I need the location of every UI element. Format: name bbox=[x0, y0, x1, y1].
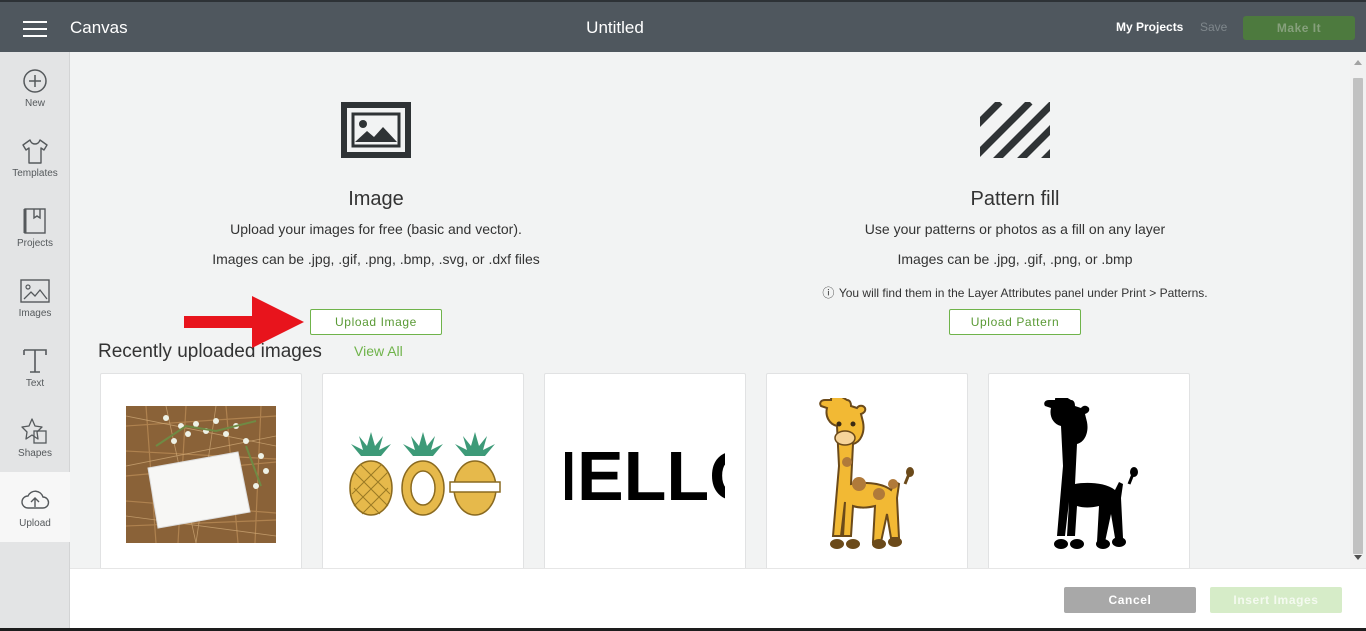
thumbnail-photo-card[interactable] bbox=[100, 373, 302, 568]
giraffe-color-thumbnail bbox=[819, 398, 914, 549]
cloud-upload-icon bbox=[21, 490, 50, 509]
image-section-title: Image bbox=[348, 188, 404, 210]
hello-thumbnail: HELLO bbox=[565, 437, 725, 514]
bookmark-icon bbox=[23, 208, 46, 234]
shapes-icon bbox=[21, 418, 47, 444]
stripes-icon bbox=[980, 102, 1050, 158]
hello-text: HELLO bbox=[565, 437, 725, 514]
sidebar-item-label: Projects bbox=[16, 238, 54, 249]
info-icon: ⓘ bbox=[822, 286, 835, 300]
thumbnail-giraffe-silhouette[interactable] bbox=[988, 373, 1190, 568]
scroll-down-icon[interactable] bbox=[1354, 555, 1362, 560]
pattern-section-title: Pattern fill bbox=[970, 188, 1060, 210]
sidebar-item-shapes[interactable]: Shapes bbox=[0, 402, 70, 472]
thumbnail-giraffe-color[interactable] bbox=[766, 373, 968, 568]
pattern-section-note: You will find them in the Layer Attribut… bbox=[838, 286, 1208, 300]
tshirt-icon bbox=[22, 139, 48, 164]
sidebar-item-label: Shapes bbox=[18, 448, 52, 459]
upload-pattern-button[interactable]: Upload Pattern bbox=[949, 309, 1081, 335]
pattern-section-description: Use your patterns or photos as a fill on… bbox=[864, 221, 1166, 237]
sidebar-item-label: Upload bbox=[19, 518, 51, 529]
sidebar-item-label: Text bbox=[25, 378, 45, 389]
vertical-scrollbar[interactable] bbox=[1350, 52, 1366, 568]
view-all-link[interactable]: View All bbox=[354, 343, 403, 359]
thumbnail-pineapples[interactable] bbox=[322, 373, 524, 568]
image-section-formats: Images can be .jpg, .gif, .png, .bmp, .s… bbox=[212, 251, 540, 267]
image-section-description: Upload your images for free (basic and v… bbox=[230, 221, 522, 237]
text-icon bbox=[23, 349, 47, 373]
upload-image-button[interactable]: Upload Image bbox=[310, 309, 442, 335]
scrollbar-thumb[interactable] bbox=[1353, 78, 1363, 554]
insert-images-button[interactable]: Insert Images bbox=[1210, 587, 1342, 613]
upload-panel: Image Upload your images for free (basic… bbox=[70, 52, 1350, 568]
cancel-button[interactable]: Cancel bbox=[1064, 587, 1196, 613]
giraffe-silhouette-thumbnail bbox=[1044, 398, 1138, 549]
plus-circle-icon bbox=[23, 69, 47, 93]
sidebar-item-label: Templates bbox=[12, 168, 58, 179]
dialog-footer: Cancel Insert Images bbox=[70, 568, 1366, 628]
sidebar-item-upload[interactable]: Upload bbox=[0, 472, 70, 542]
sidebar-item-label: New bbox=[24, 98, 45, 109]
sidebar-item-projects[interactable]: Projects bbox=[0, 192, 70, 262]
left-sidebar: New Templates Projects Images Text Shape… bbox=[0, 52, 70, 631]
pattern-section-formats: Images can be .jpg, .gif, .png, or .bmp bbox=[897, 251, 1133, 267]
annotation-arrow bbox=[184, 296, 304, 348]
image-upload-icon bbox=[341, 102, 411, 158]
top-bar: Canvas Untitled My Projects Save Make It bbox=[0, 0, 1366, 52]
save-button[interactable]: Save bbox=[1200, 20, 1227, 34]
sidebar-item-text[interactable]: Text bbox=[0, 332, 70, 402]
make-it-button[interactable]: Make It bbox=[1243, 16, 1355, 40]
sidebar-item-templates[interactable]: Templates bbox=[0, 122, 70, 192]
photo-card-thumbnail bbox=[126, 406, 276, 543]
sidebar-item-new[interactable]: New bbox=[0, 52, 70, 122]
image-icon bbox=[20, 279, 50, 303]
sidebar-item-images[interactable]: Images bbox=[0, 262, 70, 332]
scroll-up-icon[interactable] bbox=[1354, 60, 1362, 65]
my-projects-link[interactable]: My Projects bbox=[1116, 20, 1183, 34]
sidebar-item-label: Images bbox=[18, 308, 52, 319]
document-title[interactable]: Untitled bbox=[0, 18, 1230, 38]
pineapples-thumbnail bbox=[349, 432, 501, 516]
thumbnail-hello[interactable]: HELLO bbox=[544, 373, 746, 568]
